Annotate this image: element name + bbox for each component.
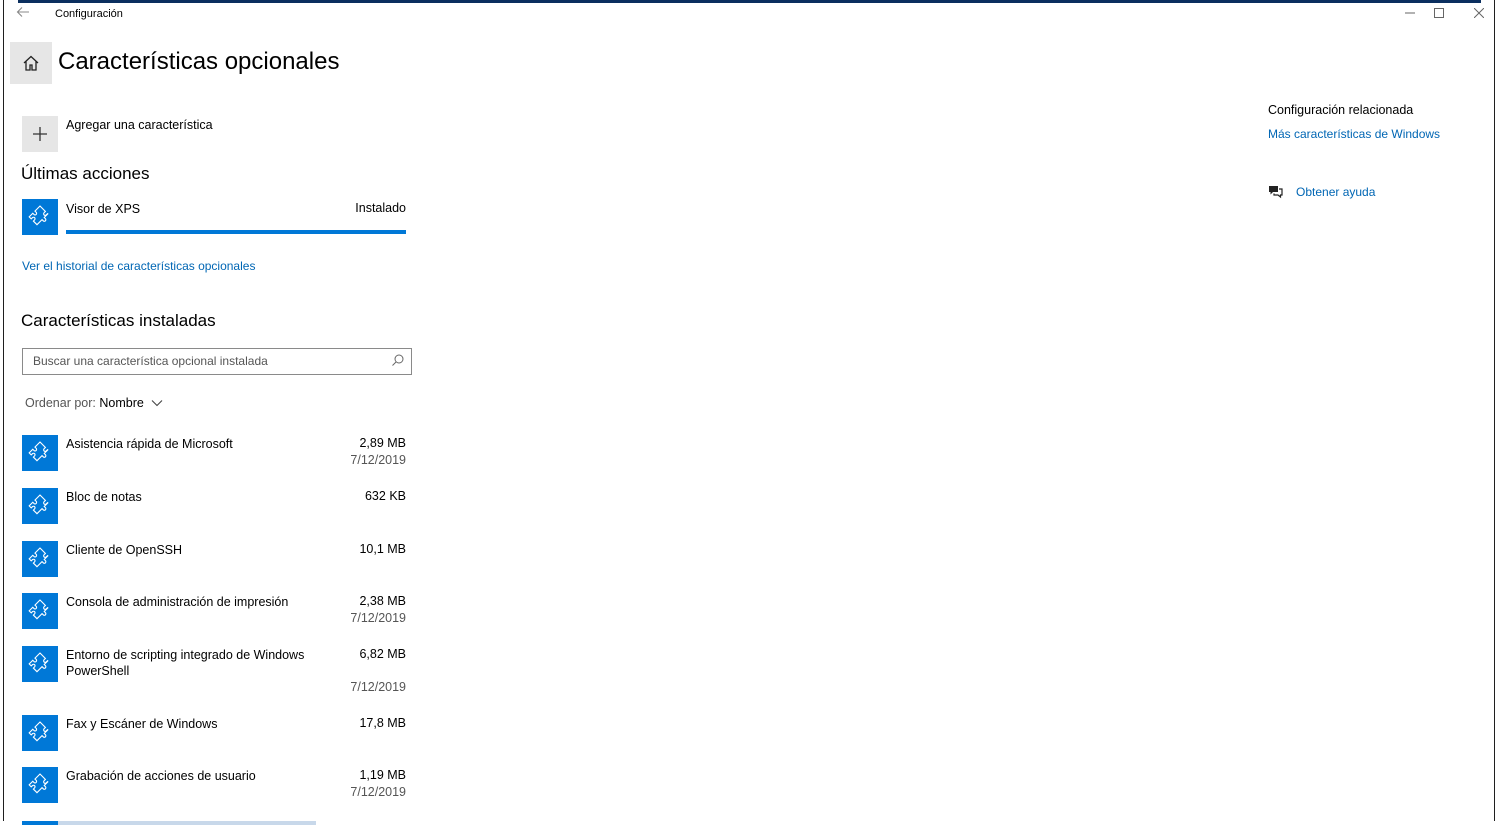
feature-name: Bloc de notas [66, 490, 142, 504]
puzzle-icon [22, 715, 58, 751]
feature-size: 632 KB [364, 489, 406, 503]
search-icon[interactable] [391, 353, 405, 372]
home-button[interactable] [10, 42, 52, 84]
feature-name: Fax y Escáner de Windows [66, 717, 218, 731]
title-bar: Configuración [4, 3, 1494, 29]
feature-name: Asistencia rápida de Microsoft [66, 437, 233, 451]
feature-date: 7/12/2019 [350, 611, 406, 625]
partial-scroll-hint [58, 821, 316, 825]
home-icon [23, 55, 39, 71]
sort-label: Ordenar por: [25, 396, 96, 410]
sort-value: Nombre [99, 396, 144, 410]
more-windows-features-link[interactable]: Más características de Windows [1268, 127, 1440, 141]
feature-size: 17,8 MB [359, 716, 406, 730]
installed-heading: Características instaladas [21, 311, 216, 330]
help-chat-icon [1267, 184, 1284, 205]
feature-size: 1,19 MB [359, 768, 406, 782]
search-box [22, 348, 412, 375]
page-title: Características opcionales [58, 48, 340, 75]
sort-dropdown[interactable]: Ordenar por: Nombre [25, 396, 163, 410]
app-title: Configuración [55, 8, 123, 20]
feature-date: 7/12/2019 [350, 785, 406, 799]
feature-name: Entorno de scripting integrado de Window… [66, 648, 305, 678]
puzzle-icon [22, 199, 58, 235]
history-link[interactable]: Ver el historial de características opci… [22, 259, 255, 273]
maximize-button[interactable] [1419, 3, 1459, 25]
recent-item-name: Visor de XPS [66, 202, 141, 216]
feature-date: 7/12/2019 [350, 680, 406, 694]
puzzle-icon [22, 593, 58, 629]
feature-size: 10,1 MB [359, 542, 406, 556]
close-button[interactable] [1459, 3, 1499, 25]
add-feature-button[interactable] [22, 116, 58, 152]
add-feature-label[interactable]: Agregar una característica [66, 118, 213, 132]
plus-icon [33, 127, 47, 141]
back-arrow-icon[interactable] [16, 5, 36, 25]
feature-name: Cliente de OpenSSH [66, 543, 183, 557]
chevron-down-icon [151, 400, 163, 407]
maximize-icon [1434, 8, 1444, 18]
feature-size: 2,89 MB [359, 436, 406, 450]
puzzle-icon [22, 488, 58, 524]
recent-actions-heading: Últimas acciones [21, 164, 150, 183]
feature-size: 2,38 MB [359, 594, 406, 608]
install-progress-bar [66, 230, 406, 234]
recent-item-status: Instalado [355, 201, 406, 215]
puzzle-icon [22, 646, 58, 682]
puzzle-icon [22, 541, 58, 577]
search-input[interactable] [23, 349, 383, 373]
feature-size: 6,82 MB [359, 647, 406, 661]
feature-name: Consola de administración de impresión [66, 595, 289, 609]
partial-item-icon [22, 821, 58, 825]
close-icon [1473, 7, 1485, 19]
puzzle-icon [22, 767, 58, 803]
feature-date: 7/12/2019 [350, 453, 406, 467]
related-settings-heading: Configuración relacionada [1268, 103, 1414, 117]
puzzle-icon [22, 435, 58, 471]
minimize-icon [1405, 12, 1415, 14]
feature-name: Grabación de acciones de usuario [66, 769, 256, 783]
get-help-link[interactable]: Obtener ayuda [1296, 185, 1375, 199]
window-frame [3, 0, 1495, 822]
